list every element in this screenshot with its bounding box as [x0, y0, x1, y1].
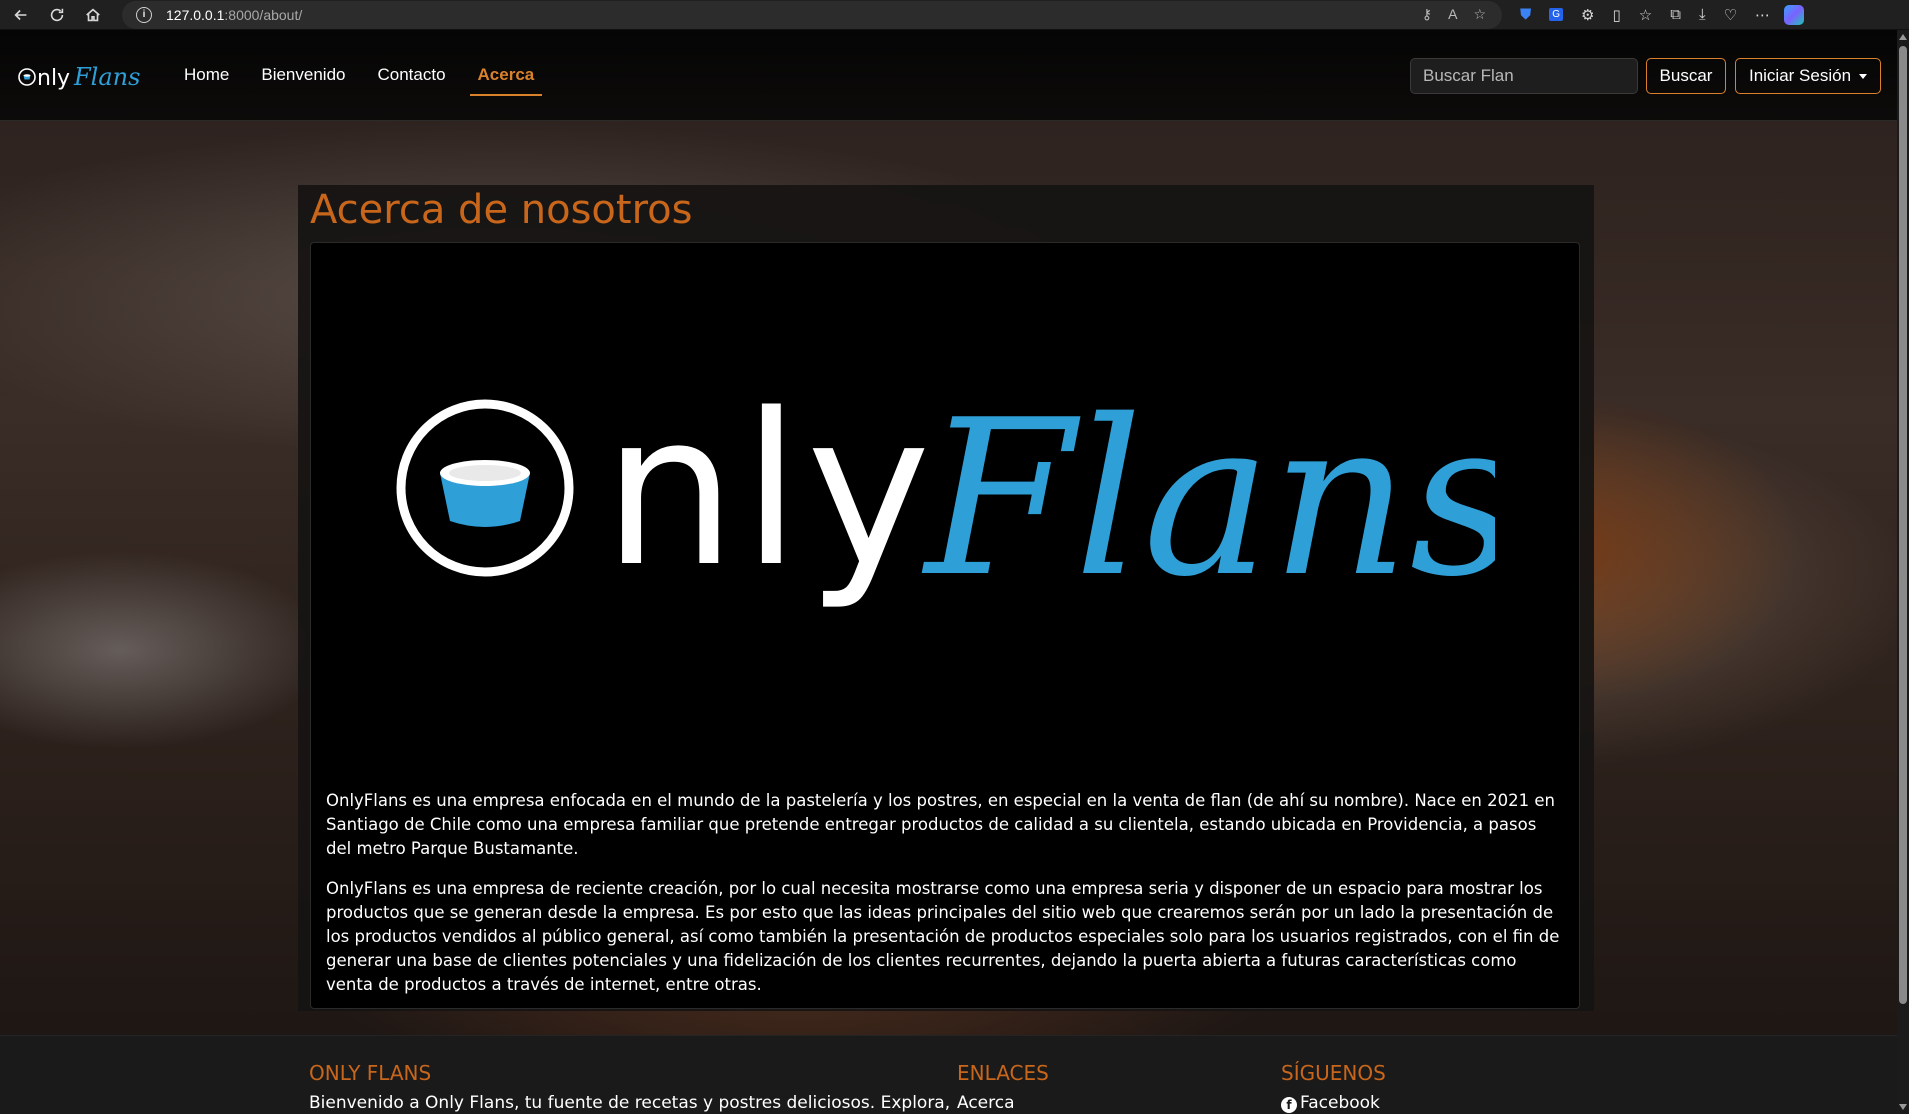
onlyflans-brand-logo[interactable]: nly Flans — [18, 60, 148, 94]
split-screen-icon[interactable]: ▯ — [1613, 6, 1621, 24]
about-content-panel: nly Flans OnlyFlans es una empresa enfoc… — [310, 242, 1580, 1009]
about-text: OnlyFlans es una empresa enfocada en el … — [326, 789, 1566, 1013]
page-scrollbar[interactable] — [1897, 30, 1909, 1114]
translate-extension-icon[interactable]: G — [1549, 8, 1564, 21]
extensions-icon[interactable]: ⚙ — [1581, 6, 1594, 24]
footer-description: Bienvenido a Only Flans, tu fuente de re… — [309, 1093, 951, 1113]
svg-text:Flans: Flans — [73, 63, 140, 91]
nav-link-bienvenido[interactable]: Bienvenido — [245, 64, 361, 94]
footer-link-facebook[interactable]: f Facebook — [1281, 1093, 1380, 1113]
nav-link-home[interactable]: Home — [168, 64, 245, 94]
favorites-icon[interactable]: ☆ — [1639, 6, 1652, 24]
site-navbar: nly Flans Home Bienvenido Contacto Acerc… — [0, 30, 1897, 121]
nav-links: Home Bienvenido Contacto Acerca — [168, 64, 551, 96]
browser-toolbar: i 127.0.0.1:8000/about/ ⚷ A ☆ ⛊ G ⚙ ▯ ☆ … — [0, 0, 1909, 30]
url-host: 127.0.0.1 — [166, 6, 225, 23]
search-input[interactable] — [1410, 58, 1638, 94]
about-paragraph-1: OnlyFlans es una empresa enfocada en el … — [326, 791, 1555, 858]
copilot-icon[interactable] — [1784, 4, 1805, 25]
svg-text:nly: nly — [37, 66, 70, 91]
address-bar[interactable]: i 127.0.0.1:8000/about/ ⚷ A ☆ — [122, 0, 1502, 29]
back-icon[interactable] — [6, 2, 36, 28]
scrollbar-thumb[interactable] — [1899, 46, 1907, 1004]
facebook-label: Facebook — [1300, 1093, 1380, 1113]
home-icon[interactable] — [78, 2, 108, 28]
scroll-up-arrow[interactable] — [1899, 34, 1907, 40]
key-icon[interactable]: ⚷ — [1422, 6, 1432, 23]
url-path: :8000/about/ — [224, 6, 303, 23]
shield-extension-icon[interactable]: ⛊ — [1520, 6, 1531, 23]
about-section: Acerca de nosotros nly Flans OnlyFlans e… — [298, 185, 1594, 1011]
more-options-icon[interactable]: ⋯ — [1755, 6, 1770, 24]
favorite-star-icon[interactable]: ☆ — [1473, 6, 1486, 23]
downloads-icon[interactable]: ⤓ — [1699, 6, 1706, 23]
browser-essentials-icon[interactable]: ♡ — [1724, 6, 1737, 24]
site-info-icon[interactable]: i — [136, 6, 152, 23]
about-paragraph-2: OnlyFlans es una empresa de reciente cre… — [326, 879, 1560, 994]
caret-down-icon — [1859, 73, 1868, 79]
footer-title-enlaces: ENLACES — [957, 1061, 1049, 1085]
login-button-label: Iniciar Sesión — [1748, 66, 1852, 85]
footer-title-onlyflans: ONLY FLANS — [309, 1061, 432, 1085]
reload-icon[interactable] — [42, 2, 72, 28]
svg-text:Flans: Flans — [921, 373, 1495, 623]
scroll-down-arrow[interactable] — [1899, 1104, 1907, 1110]
footer-title-siguenos: SÍGUENOS — [1281, 1061, 1386, 1085]
facebook-icon: f — [1281, 1097, 1297, 1113]
onlyflans-large-logo: nly Flans — [396, 373, 1495, 623]
site-footer: ONLY FLANS Bienvenido a Only Flans, tu f… — [0, 1035, 1897, 1114]
page-title: Acerca de nosotros — [310, 187, 693, 233]
search-button[interactable]: Buscar — [1646, 58, 1726, 94]
nav-link-contacto[interactable]: Contacto — [361, 64, 461, 94]
footer-link-acerca[interactable]: Acerca — [957, 1093, 1015, 1113]
nav-link-acerca[interactable]: Acerca — [462, 64, 551, 96]
svg-text:nly: nly — [603, 373, 937, 613]
read-aloud-icon[interactable]: A — [1448, 6, 1457, 23]
collections-icon[interactable]: ⧉ — [1670, 6, 1681, 23]
login-dropdown-button[interactable]: Iniciar Sesión — [1735, 58, 1881, 94]
